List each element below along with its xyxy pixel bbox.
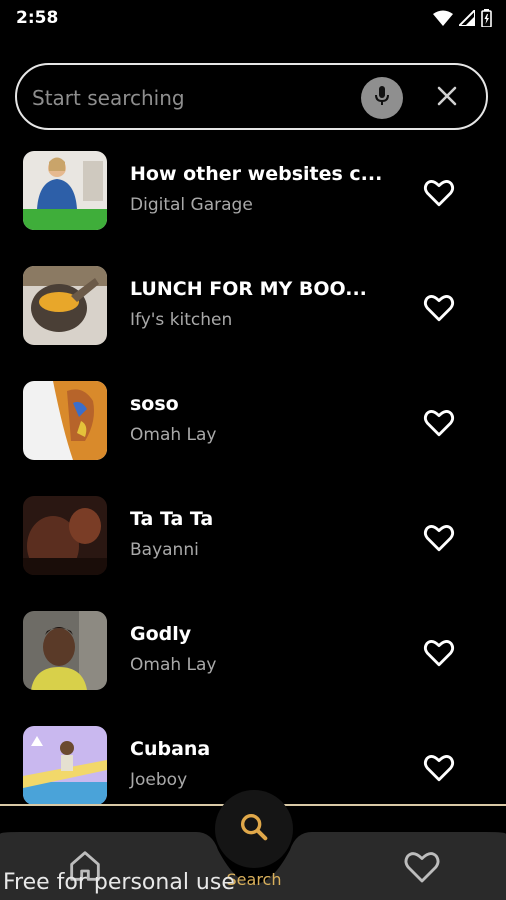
channel-name: Omah Lay (130, 425, 217, 445)
channel-name: Joeboy (130, 770, 188, 790)
voice-search-button[interactable] (361, 77, 403, 119)
video-thumbnail (23, 726, 107, 805)
favorite-button[interactable] (422, 175, 456, 209)
heart-icon (422, 410, 456, 443)
search-screen: 2:58 Start searching How other websites … (0, 0, 506, 900)
favorite-button[interactable] (422, 290, 456, 324)
video-title: soso (130, 393, 179, 415)
list-item[interactable]: Ta Ta Ta Bayanni (0, 490, 506, 590)
list-item[interactable]: Godly Omah Lay (0, 605, 506, 705)
search-results-list: How other websites c... Digital Garage L… (0, 145, 506, 805)
heart-icon (402, 852, 442, 890)
list-item[interactable]: LUNCH FOR MY BOO... Ify's kitchen (0, 260, 506, 360)
channel-name: Omah Lay (130, 655, 217, 675)
nav-favorites-button[interactable] (402, 846, 442, 886)
status-time: 2:58 (16, 8, 59, 28)
channel-name: Bayanni (130, 540, 199, 560)
video-thumbnail (23, 151, 107, 230)
heart-icon (422, 755, 456, 788)
search-icon (237, 810, 271, 848)
list-item[interactable]: soso Omah Lay (0, 375, 506, 475)
favorite-button[interactable] (422, 520, 456, 554)
video-title: Cubana (130, 738, 211, 760)
favorite-button[interactable] (422, 405, 456, 439)
nav-search-button[interactable] (215, 790, 293, 868)
channel-name: Ify's kitchen (130, 310, 233, 330)
favorite-button[interactable] (422, 750, 456, 784)
favorite-button[interactable] (422, 635, 456, 669)
watermark-text: Free for personal use (3, 870, 235, 895)
search-input[interactable] (30, 81, 354, 115)
video-title: Godly (130, 623, 192, 645)
close-icon (436, 85, 458, 111)
video-thumbnail (23, 381, 107, 460)
video-thumbnail (23, 496, 107, 575)
mic-icon (373, 85, 391, 111)
video-title: How other websites c... (130, 163, 383, 185)
video-title: Ta Ta Ta (130, 508, 214, 530)
heart-icon (422, 525, 456, 558)
video-thumbnail (23, 266, 107, 345)
heart-icon (422, 640, 456, 673)
search-bar (15, 63, 488, 130)
status-bar: 2:58 (0, 0, 506, 36)
clear-search-button[interactable] (427, 78, 467, 118)
wifi-icon (433, 10, 453, 26)
heart-icon (422, 180, 456, 213)
signal-icon (459, 10, 475, 26)
battery-icon (481, 9, 492, 27)
heart-icon (422, 295, 456, 328)
channel-name: Digital Garage (130, 195, 253, 215)
list-item[interactable]: How other websites c... Digital Garage (0, 145, 506, 245)
video-title: LUNCH FOR MY BOO... (130, 278, 367, 300)
video-thumbnail (23, 611, 107, 690)
status-icons (433, 9, 492, 27)
